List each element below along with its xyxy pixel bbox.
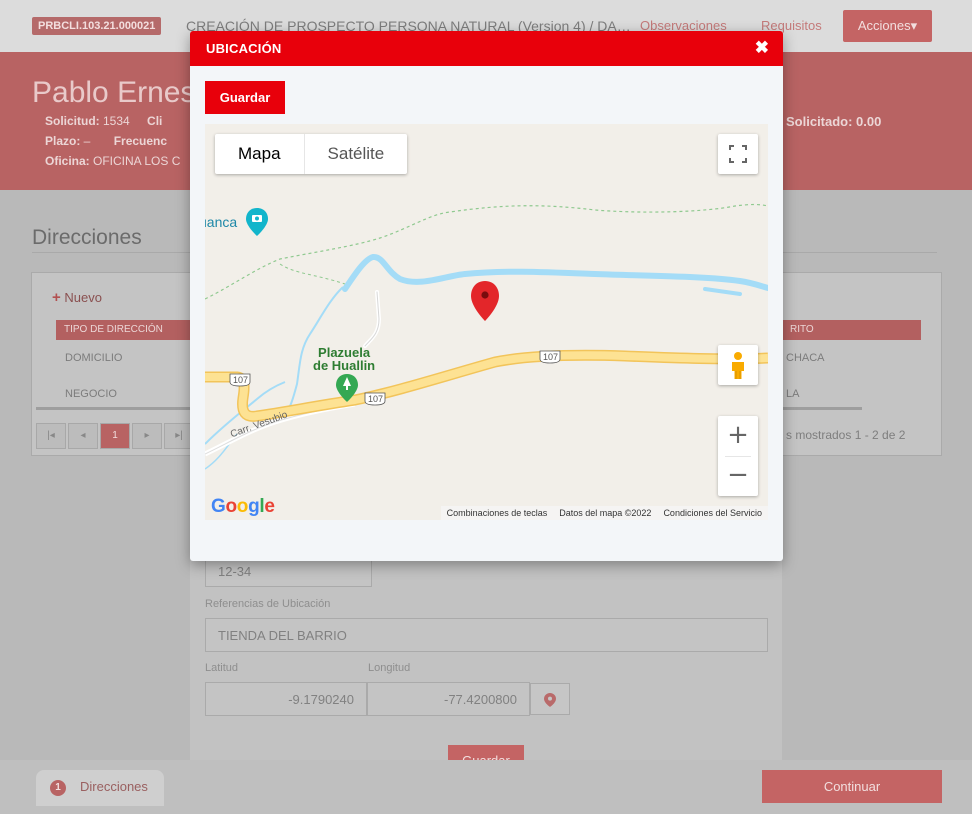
monto-solicitado: Solicitado: 0.00 xyxy=(786,114,882,129)
plazo-line: Plazo: – Frecuenc xyxy=(45,134,167,148)
map-footer: Combinaciones de teclas Datos del mapa ©… xyxy=(440,506,768,520)
first-page-icon[interactable]: |◂ xyxy=(36,423,66,449)
next-page-icon[interactable]: ▸ xyxy=(132,423,162,449)
fullscreen-button[interactable] xyxy=(718,134,758,174)
street-view-button[interactable] xyxy=(718,345,758,385)
map-canvas xyxy=(205,124,768,520)
solicitud-label: Solicitud: xyxy=(45,114,100,128)
keyboard-shortcuts-link[interactable]: Combinaciones de teclas xyxy=(447,508,548,518)
request-code-badge: PRBCLI.103.21.000021 xyxy=(32,17,162,35)
map-type-map-button[interactable]: Mapa xyxy=(215,134,304,174)
table-cell: LA xyxy=(786,388,800,400)
longitud-field[interactable]: -77.4200800 xyxy=(367,682,530,716)
referencias-field[interactable]: TIENDA DEL BARRIO xyxy=(205,618,768,652)
close-icon[interactable]: ✖ xyxy=(755,38,769,58)
horizontal-scrollbar[interactable] xyxy=(36,407,192,410)
modal-save-button[interactable]: Guardar xyxy=(205,81,285,114)
terms-of-service-link[interactable]: Condiciones del Servicio xyxy=(663,508,762,518)
route-label-b: 107 xyxy=(368,394,384,404)
step-label: Direcciones xyxy=(80,779,148,794)
map-type-control: Mapa Satélite xyxy=(215,134,408,174)
zoom-control: + − xyxy=(718,416,758,496)
map-pin-icon xyxy=(544,693,556,708)
oficina-value: OFICINA LOS C xyxy=(89,154,181,168)
modal-header: UBICACIÓN ✖ xyxy=(190,31,783,66)
records-count: s mostrados 1 - 2 de 2 xyxy=(786,428,906,442)
google-logo: Google xyxy=(211,496,275,517)
pagination: |◂ ◂ 1 ▸ ▸| xyxy=(36,423,194,449)
fullscreen-icon xyxy=(729,145,747,163)
map-view[interactable]: uanca Plazuela de Huallin 107 107 107 Ca… xyxy=(205,124,768,520)
referencias-label: Referencias de Ubicación xyxy=(205,598,331,610)
route-label-a: 107 xyxy=(233,375,249,385)
longitud-label: Longitud xyxy=(368,662,411,674)
cliente-label: Cli xyxy=(147,114,163,128)
latitud-field[interactable]: -9.1790240 xyxy=(205,682,367,716)
plazo-value: – xyxy=(80,134,91,148)
place-label-line2: de Huallin xyxy=(313,358,376,373)
place-label-plazuela[interactable]: Plazuela de Huallin xyxy=(313,346,375,372)
oficina-line: Oficina: OFICINA LOS C xyxy=(45,154,180,168)
solicitud-value: 1534 xyxy=(99,114,130,128)
continue-button[interactable]: Continuar xyxy=(762,770,942,803)
step-number: 1 xyxy=(50,780,66,796)
pegman-icon xyxy=(732,352,744,379)
plus-icon: + xyxy=(52,289,61,306)
new-address-label: Nuevo xyxy=(64,290,102,305)
column-header-tipo[interactable]: TIPO DE DIRECCIÓN xyxy=(56,320,190,340)
zoom-out-button[interactable]: − xyxy=(718,456,758,496)
location-modal: UBICACIÓN ✖ Guardar anca Plazuela de Hua… xyxy=(190,31,783,561)
page-number[interactable]: 1 xyxy=(100,423,130,449)
table-row[interactable]: DOMICILIO xyxy=(65,352,122,364)
solicitud-line: Solicitud: 1534 Cli xyxy=(45,114,162,128)
route-label-c: 107 xyxy=(543,352,559,362)
acciones-dropdown-button[interactable]: Acciones▾ xyxy=(843,10,932,42)
step-tab-direcciones[interactable]: 1 Direcciones xyxy=(36,770,164,806)
latitud-label: Latitud xyxy=(205,662,239,674)
oficina-label: Oficina: xyxy=(45,154,90,168)
modal-title: UBICACIÓN xyxy=(206,41,282,56)
client-name: Pablo Ernest xyxy=(32,76,204,109)
zoom-in-button[interactable]: + xyxy=(718,416,758,456)
section-title: Direcciones xyxy=(32,226,142,249)
place-label-top: uanca xyxy=(205,214,238,230)
prev-page-icon[interactable]: ◂ xyxy=(68,423,98,449)
table-cell: CHACA xyxy=(786,352,825,364)
map-type-satellite-button[interactable]: Satélite xyxy=(303,134,408,174)
plazo-label: Plazo: xyxy=(45,134,81,148)
frecuencia-label: Frecuenc xyxy=(113,134,168,148)
horizontal-scrollbar-right[interactable] xyxy=(782,407,862,410)
new-address-button[interactable]: + Nuevo xyxy=(52,289,102,306)
map-pin-button[interactable] xyxy=(530,683,570,715)
map-data-attribution: Datos del mapa ©2022 xyxy=(559,508,652,518)
table-row[interactable]: NEGOCIO xyxy=(65,388,117,400)
column-header-distrito[interactable]: RITO xyxy=(782,320,921,340)
